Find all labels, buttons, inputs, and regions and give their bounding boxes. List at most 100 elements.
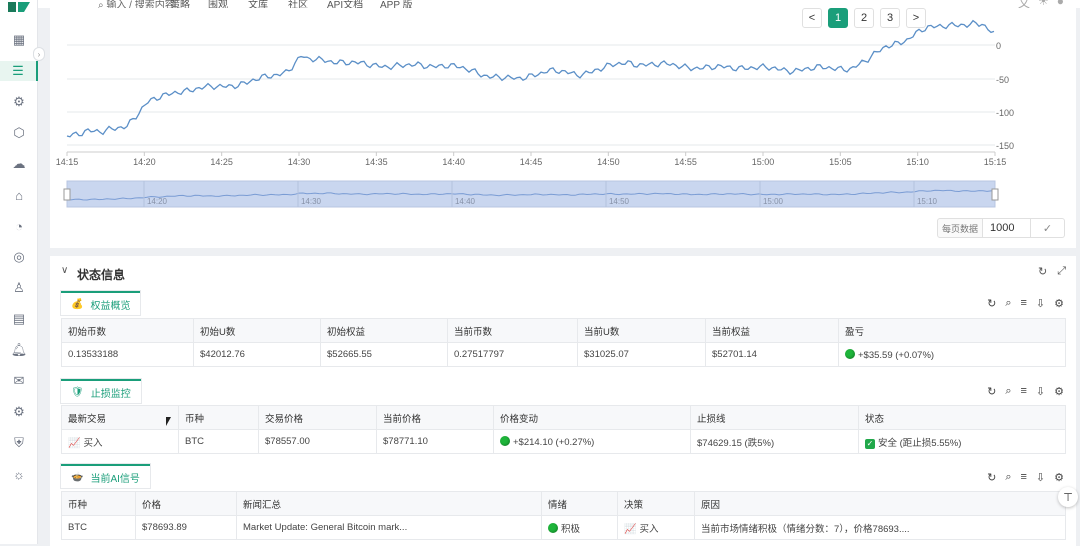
pagination-prev[interactable]: < <box>802 8 822 28</box>
zoom-tick-label: 14:20 <box>147 197 168 206</box>
table-row: BTC $78693.89 Market Update: General Bit… <box>61 515 1066 540</box>
tab-equity-label: 权益概览 <box>90 300 131 312</box>
columns-icon[interactable]: ≡ <box>1020 385 1026 398</box>
tab-equity-overview[interactable]: 💰 权益概览 <box>61 291 141 315</box>
stoploss-tools: ↻ ⌕ ≡ ⇩ ⚙ <box>987 385 1064 398</box>
table-row: 📈 买入 BTC $78557.00 $78771.10 +$214.10 (+0… <box>61 429 1066 454</box>
sidebar-collapse-button[interactable]: › <box>33 47 45 61</box>
shield-icon[interactable]: ⛨ <box>8 433 30 453</box>
refresh-icon[interactable]: ↻ <box>1038 265 1047 278</box>
robot-icon[interactable]: ⚙ <box>8 92 30 112</box>
pagination-next[interactable]: > <box>906 8 926 28</box>
columns-icon[interactable]: ≡ <box>1020 297 1026 310</box>
table-header: 盈亏 <box>838 318 1066 343</box>
back-to-top-button[interactable]: ⊤ <box>1058 487 1078 507</box>
safety-status-cell: ✓ 安全 (距止损5.55%) <box>858 429 1066 454</box>
bell-icon[interactable]: 🔔︎ <box>8 340 30 360</box>
table-header: 决策 <box>617 491 695 516</box>
table-cell: $52665.55 <box>320 342 448 367</box>
table-header: 价格 <box>135 491 237 516</box>
dashboard-icon[interactable]: ▦ <box>8 30 30 50</box>
table-header: 原因 <box>694 491 1066 516</box>
x-tick-label: 14:30 <box>288 157 311 167</box>
search-icon[interactable]: ⌕ <box>1005 471 1011 484</box>
status-title: 状态信息 <box>77 268 126 282</box>
table-cell: $74629.15 (跌5%) <box>690 429 859 454</box>
chart-up-icon: 📈 <box>68 437 81 449</box>
user-settings-icon[interactable]: ♙ <box>8 278 30 298</box>
settings-icon[interactable]: ⚙ <box>8 402 30 422</box>
sentiment-value: 积极 <box>561 523 581 535</box>
pagination-page-1[interactable]: 1 <box>828 8 848 28</box>
green-dot-icon <box>500 435 510 446</box>
table-cell: $78693.89 <box>135 515 237 540</box>
table-cell: Market Update: General Bitcoin mark... <box>236 515 542 540</box>
tab-ai-signal-label: 当前AI信号 <box>90 473 140 485</box>
x-tick-label: 14:20 <box>133 157 156 167</box>
money-bag-icon: 💰 <box>71 298 84 310</box>
table-cell: $42012.76 <box>193 342 321 367</box>
x-tick-label: 14:35 <box>365 157 388 167</box>
table-header: 当前价格 <box>376 405 494 430</box>
mail-icon[interactable]: ✉ <box>8 371 30 391</box>
refresh-icon[interactable]: ↻ <box>987 297 996 310</box>
zoom-tick-label: 14:40 <box>455 197 476 206</box>
x-tick-label: 14:45 <box>520 157 543 167</box>
table-cell: 0.27517797 <box>447 342 578 367</box>
hexagon-settings-icon[interactable]: ⬡ <box>8 123 30 143</box>
green-dot-icon <box>845 348 855 359</box>
download-icon[interactable]: ⇩ <box>1036 297 1045 310</box>
table-header-row: 币种 价格 新闻汇总 情绪 决策 原因 <box>61 491 1066 516</box>
page-size-input[interactable]: 1000 <box>983 218 1031 238</box>
app-logo[interactable] <box>6 0 32 16</box>
zoom-tick-label: 15:00 <box>763 197 784 206</box>
x-tick-label: 14:50 <box>597 157 620 167</box>
table-cell: BTC <box>61 515 136 540</box>
refresh-icon[interactable]: ↻ <box>987 385 996 398</box>
bank-icon[interactable]: ⌂ <box>8 185 30 205</box>
download-icon[interactable]: ⇩ <box>1036 385 1045 398</box>
tab-ai-signal[interactable]: 🍲 当前AI信号 <box>61 464 150 488</box>
cloud-icon[interactable]: ☁ <box>8 154 30 174</box>
y-tick-label: -100 <box>996 108 1014 118</box>
chart-circle-icon[interactable]: ◔ <box>8 216 30 236</box>
search-icon[interactable]: ⌕ <box>1005 297 1011 310</box>
document-icon[interactable]: ▤ <box>8 309 30 329</box>
equity-tools: ↻ ⌕ ≡ ⇩ ⚙ <box>987 297 1064 310</box>
chevron-down-icon[interactable]: ∨ <box>61 265 68 276</box>
y-tick-label: -150 <box>996 141 1014 151</box>
x-tick-label: 14:15 <box>56 157 79 167</box>
tab-stoploss-label: 止损监控 <box>90 388 131 400</box>
tab-stoploss-monitor[interactable]: 🛡 止损监控 <box>61 379 141 403</box>
zoom-handle-right[interactable] <box>991 188 999 201</box>
table-header: 状态 <box>858 405 1066 430</box>
gear-icon[interactable]: ⚙ <box>1054 385 1064 398</box>
pagination-page-3[interactable]: 3 <box>880 8 900 28</box>
columns-icon[interactable]: ≡ <box>1020 471 1026 484</box>
table-cell: 当前市场情绪积极（情绪分数：7），价格78693.... <box>694 515 1066 540</box>
table-header: 止损线 <box>690 405 859 430</box>
page-size-confirm-button[interactable]: ✓ <box>1031 218 1065 238</box>
zoom-handle-left[interactable] <box>63 188 71 201</box>
gear-icon[interactable]: ⚙ <box>1054 297 1064 310</box>
download-icon[interactable]: ⇩ <box>1036 471 1045 484</box>
x-tick-label: 14:25 <box>210 157 233 167</box>
search-icon[interactable]: ⌕ <box>1005 385 1011 398</box>
safety-status-value: 安全 (距止损5.55%) <box>878 437 962 449</box>
target-icon[interactable]: ◎ <box>8 247 30 267</box>
equity-table: 初始币数 初始U数 初始权益 当前币数 当前U数 当前权益 盈亏 0.13533… <box>61 318 1066 367</box>
profit-cell: +$35.59 (+0.07%) <box>838 342 1066 367</box>
table-header: 当前币数 <box>447 318 578 343</box>
refresh-icon[interactable]: ↻ <box>987 471 996 484</box>
theme-icon[interactable]: ☼ <box>8 464 30 484</box>
profit-chart[interactable]: 0 -50 -100 -150 14:15 14:20 14:25 14:30 14:35 14:… <box>50 8 1076 248</box>
strategy-list-icon[interactable]: ☰ <box>0 61 38 81</box>
table-header: 情绪 <box>541 491 618 516</box>
sentiment-cell: 积极 <box>541 515 618 540</box>
fullscreen-icon[interactable]: ⤢ <box>1057 265 1066 278</box>
table-cell: $52701.14 <box>705 342 839 367</box>
gear-icon[interactable]: ⚙ <box>1054 471 1064 484</box>
pagination-page-2[interactable]: 2 <box>854 8 874 28</box>
stoploss-table: 最新交易 币种 交易价格 当前价格 价格变动 止损线 状态 📈 买入 BTC $7… <box>61 405 1066 454</box>
y-tick-label: 0 <box>996 41 1001 51</box>
